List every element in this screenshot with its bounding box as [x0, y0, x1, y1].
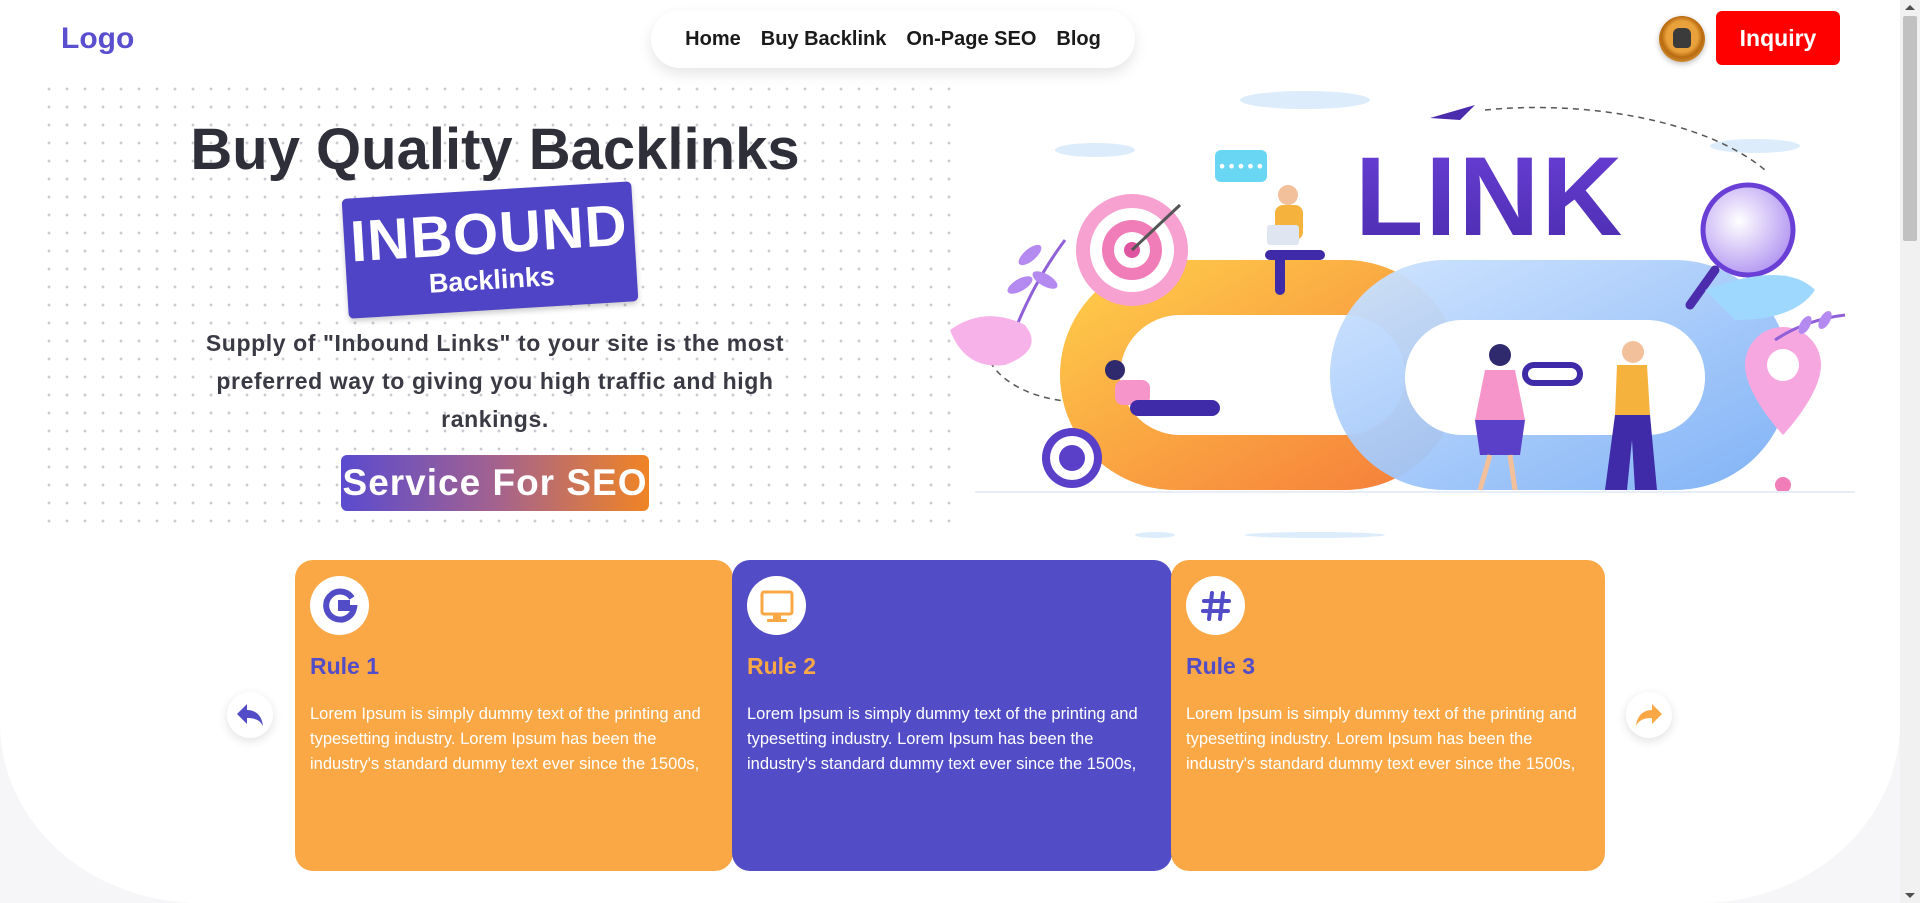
rule-card-title: Rule 2: [747, 653, 817, 679]
nav-buy-backlink[interactable]: Buy Backlink: [761, 28, 887, 51]
service-for-seo-button[interactable]: Service For SEO: [341, 455, 649, 511]
rule-card-text: Lorem Ipsum is simply dummy text of the …: [310, 705, 701, 773]
nav-on-page-seo[interactable]: On-Page SEO: [906, 28, 1036, 51]
scroll-down-icon[interactable]: [1905, 893, 1915, 898]
forward-arrow-icon: [1636, 704, 1662, 726]
rule-card-icon-holder: [747, 576, 806, 635]
rule-card-icon-holder: [310, 576, 369, 635]
hero-description: Supply of "Inbound Links" to your site i…: [205, 330, 785, 432]
rule-card-title: Rule 3: [1186, 653, 1256, 679]
monitor-icon: [760, 590, 793, 622]
carousel-prev-button[interactable]: [227, 692, 273, 738]
svg-text:•••••: •••••: [1217, 157, 1264, 176]
rules-carousel: Rule 1 Lorem Ipsum is simply dummy text …: [295, 560, 1605, 871]
page-scrollbar[interactable]: [1900, 0, 1920, 903]
carousel-next-button[interactable]: [1626, 692, 1672, 738]
rule-card-3: Rule 3 Lorem Ipsum is simply dummy text …: [1171, 560, 1605, 871]
nav-blog[interactable]: Blog: [1056, 28, 1100, 51]
hashtag-icon: [1200, 590, 1231, 621]
reply-arrow-icon: [237, 704, 263, 726]
rule-card-1: Rule 1 Lorem Ipsum is simply dummy text …: [295, 560, 733, 871]
rule-card-text: Lorem Ipsum is simply dummy text of the …: [747, 705, 1138, 773]
hero-title: Buy Quality Backlinks: [190, 117, 800, 182]
svg-text:LINK: LINK: [1355, 134, 1624, 259]
google-icon: [322, 588, 358, 623]
scroll-thumb[interactable]: [1903, 16, 1917, 241]
rule-card-text: Lorem Ipsum is simply dummy text of the …: [1186, 705, 1577, 773]
rule-card-title: Rule 1: [310, 653, 380, 679]
page-panel: Logo Home Buy Backlink On-Page SEO Blog …: [0, 0, 1900, 903]
inbound-badge: INBOUND Backlinks: [341, 181, 639, 319]
link-illustration: ••••• LINK: [950, 91, 1855, 538]
inquiry-button[interactable]: Inquiry: [1716, 11, 1840, 65]
rule-card-icon-holder: [1186, 576, 1245, 635]
logo[interactable]: Logo: [61, 22, 134, 56]
rule-card-2: Rule 2 Lorem Ipsum is simply dummy text …: [732, 560, 1172, 871]
scroll-up-icon[interactable]: [1905, 5, 1915, 10]
main-nav: Home Buy Backlink On-Page SEO Blog: [651, 10, 1135, 68]
nav-home[interactable]: Home: [685, 28, 741, 51]
avatar[interactable]: [1659, 16, 1705, 62]
